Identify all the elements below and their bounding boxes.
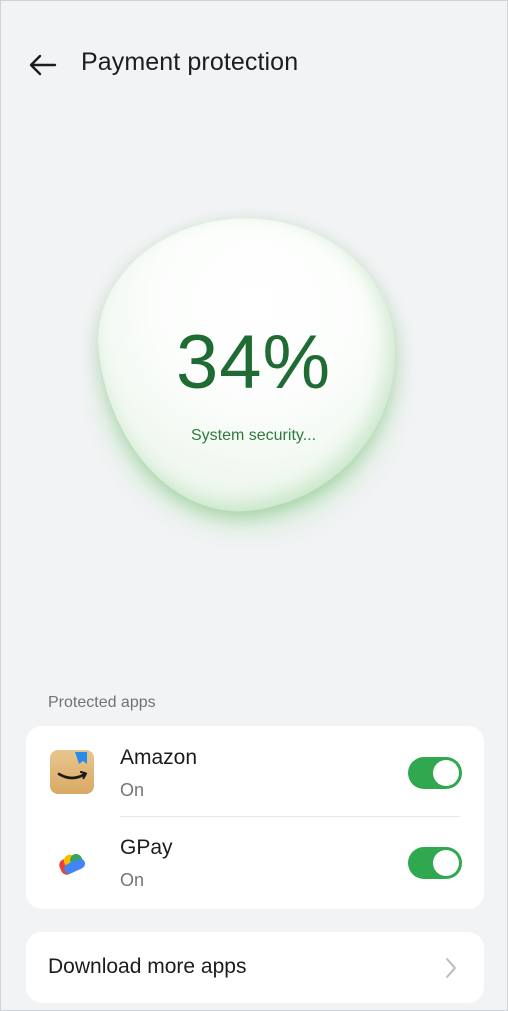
- back-button[interactable]: [23, 45, 63, 85]
- gpay-app-icon: [50, 840, 94, 884]
- top-app-bar: Payment protection: [1, 33, 507, 97]
- amazon-protection-toggle[interactable]: [408, 757, 462, 789]
- app-row-gpay: GPay On: [26, 816, 484, 906]
- chevron-right-icon: [446, 958, 456, 978]
- scan-status: System security...: [190, 427, 317, 444]
- protected-apps-card: Amazon On GPay On: [26, 726, 484, 909]
- gpay-protection-toggle[interactable]: [408, 847, 462, 879]
- app-state: On: [120, 780, 145, 800]
- arrow-left-icon: [29, 54, 57, 76]
- security-scan-indicator: 34% System security...: [51, 176, 451, 596]
- payment-protection-screen: Payment protection 34% System security..…: [0, 0, 508, 1011]
- download-more-apps-label: Download more apps: [48, 955, 247, 978]
- app-name: Amazon: [120, 746, 198, 769]
- app-row-amazon: Amazon On: [26, 726, 484, 816]
- download-more-apps-button[interactable]: Download more apps: [26, 932, 484, 1003]
- app-name: GPay: [120, 836, 173, 859]
- app-state: On: [120, 870, 145, 890]
- scan-percent: 34%: [175, 320, 332, 405]
- section-label-protected-apps: Protected apps: [48, 694, 156, 711]
- amazon-app-icon: [50, 750, 94, 794]
- page-title: Payment protection: [81, 48, 299, 76]
- toggle-knob: [433, 850, 459, 876]
- toggle-knob: [433, 760, 459, 786]
